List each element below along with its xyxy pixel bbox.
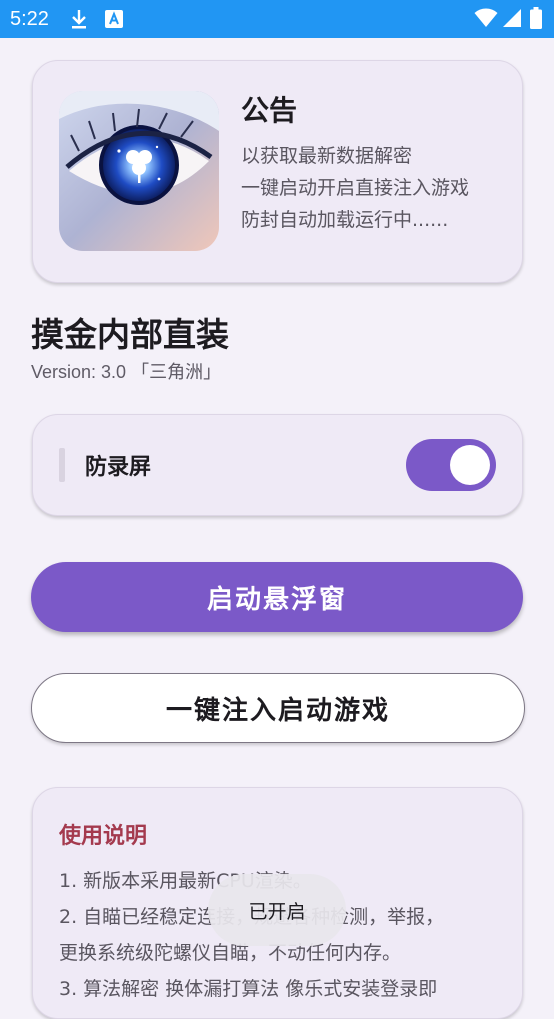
toast-message: 已开启 [208, 874, 346, 946]
status-time: 5:22 [10, 8, 49, 30]
notice-line: 以获取最新数据解密 [241, 145, 413, 167]
notice-card: 公告 以获取最新数据解密 一键启动开启直接注入游戏 防封自动加载运行中.....… [32, 60, 523, 283]
keyboard-a-icon [105, 10, 123, 28]
switch-knob [450, 445, 490, 485]
download-icon [72, 10, 86, 29]
signal-icon [503, 9, 521, 27]
notice-line: 防封自动加载运行中...... [241, 209, 449, 231]
instructions-title: 使用说明 [59, 824, 148, 849]
wifi-icon [474, 8, 498, 27]
notice-line: 一键启动开启直接注入游戏 [241, 177, 470, 199]
notice-title: 公告 [241, 94, 298, 127]
instruction-line: 3. 算法解密 换体漏打算法 像乐式安装登录即 [59, 978, 438, 1000]
version-label: Version: 3.0 「三角洲」 [31, 362, 222, 382]
inject-launch-game-button[interactable]: 一键注入启动游戏 [31, 673, 525, 743]
battery-icon [530, 7, 542, 29]
screen-record-guard-card: 防录屏 [32, 414, 523, 516]
status-bar: 5:22 [0, 0, 554, 38]
launch-floating-window-button[interactable]: 启动悬浮窗 [31, 562, 523, 632]
screen-record-guard-label: 防录屏 [85, 455, 152, 480]
app-title: 摸金内部直装 [31, 315, 229, 354]
screen-record-guard-switch[interactable] [406, 439, 496, 491]
accent-bar [59, 448, 65, 482]
eye-art-image [59, 91, 219, 251]
